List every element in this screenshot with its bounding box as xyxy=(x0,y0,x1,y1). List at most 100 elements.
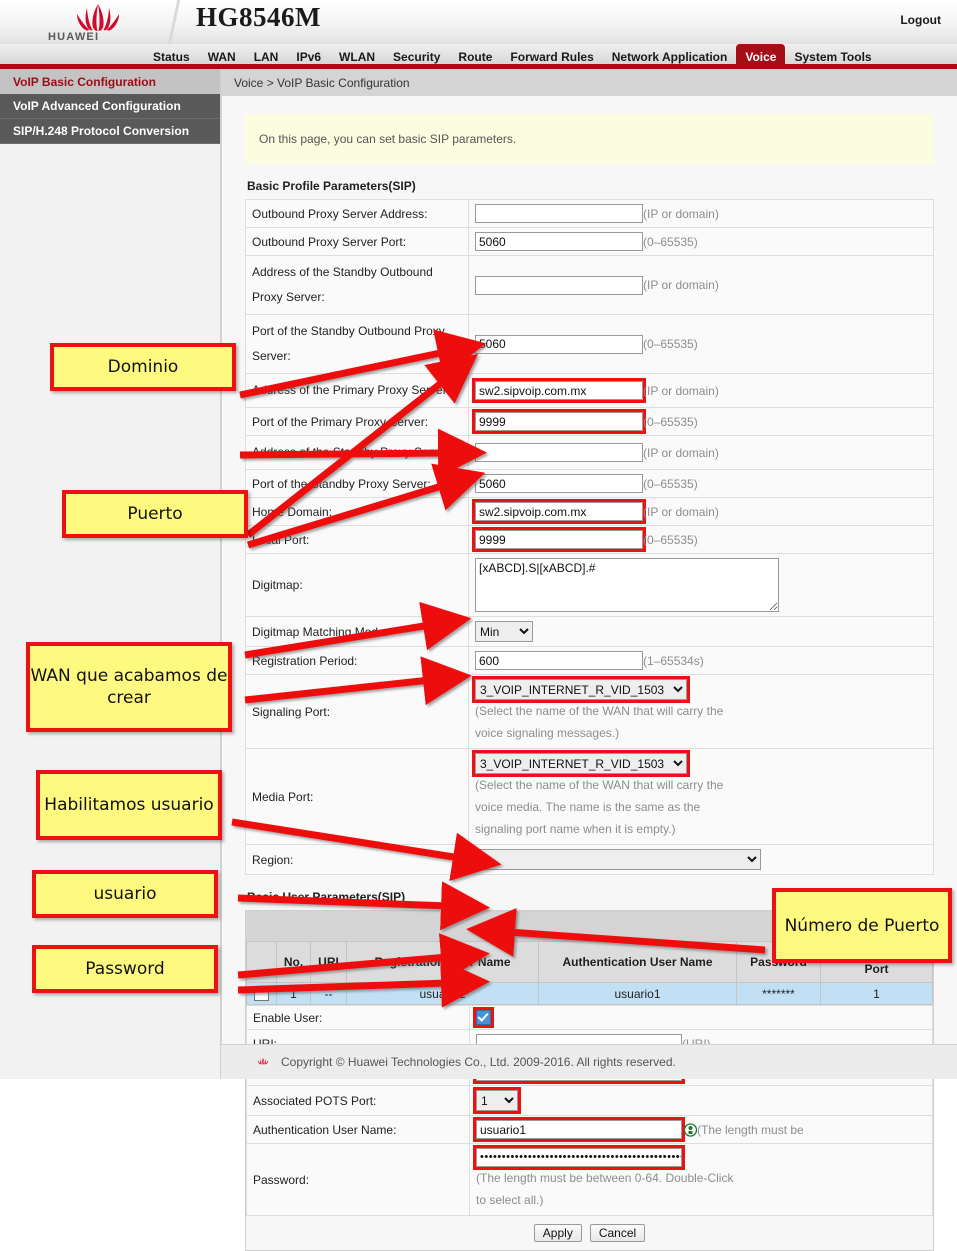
input-outbound-proxy-server-port[interactable] xyxy=(475,232,643,251)
enable-user-checkbox[interactable] xyxy=(476,1010,491,1026)
nav-item-list: Status WAN LAN IPv6 WLAN Security Route Forward… xyxy=(144,44,957,69)
input-port-of-the-standby-proxy-server[interactable] xyxy=(475,474,643,493)
form-row: Digitmap: xyxy=(245,553,934,617)
nav-item-wlan[interactable]: WLAN xyxy=(330,44,384,69)
nav-item-wan[interactable]: WAN xyxy=(199,44,245,69)
input-registration-period[interactable] xyxy=(475,651,643,670)
field-hint: (IP or domain) xyxy=(643,383,719,398)
nav-item-forward-rules[interactable]: Forward Rules xyxy=(501,44,602,69)
huawei-fan-icon-footer xyxy=(253,1053,273,1072)
user-table-toolbar: New Delete xyxy=(246,911,933,941)
sidebar-item-voip-advanced-configuration[interactable]: VoIP Advanced Configuration xyxy=(0,94,220,119)
input-address-of-the-standby-outbound-proxy-server[interactable] xyxy=(475,275,643,295)
column-header: Associated POTS Port xyxy=(820,941,933,983)
nav-item-lan[interactable]: LAN xyxy=(245,44,288,69)
row-checkbox[interactable] xyxy=(254,986,269,1002)
password-field[interactable]: ••••••••••••••••••••••••••••••••••••••••… xyxy=(473,1145,685,1171)
media-port-select[interactable]: 3_VOIP_INTERNET_R_VID_1503 xyxy=(472,750,690,777)
new-button[interactable]: New xyxy=(824,917,867,935)
field-value-cell xyxy=(468,553,934,617)
cell-uri: -- xyxy=(310,981,347,1006)
enable-user-checkbox-wrapper[interactable] xyxy=(473,1007,494,1029)
page-body: VoIP Basic Configuration VoIP Advanced Co… xyxy=(0,69,957,1251)
field-hint: (The length must be between 0-64. Double… xyxy=(476,1171,734,1208)
field-hint: (0–65535) xyxy=(643,414,698,429)
field-value-cell: (IP or domain) xyxy=(468,199,934,228)
nav-item-voice[interactable]: Voice xyxy=(736,44,786,69)
field-value-cell: 1 xyxy=(469,1085,933,1117)
user-table-header-row: No. URI Registration User Name Authenticati… xyxy=(246,941,933,983)
field-label: Associated POTS Port: xyxy=(246,1085,470,1117)
field-label: Address of the Standby Proxy Server: xyxy=(245,435,469,470)
field-label: Address of the Primary Proxy Server: xyxy=(245,373,469,408)
main-navigation: Status WAN LAN IPv6 WLAN Security Route Forward… xyxy=(0,44,957,69)
field-hint: (IP or domain) xyxy=(643,206,719,221)
apply-button[interactable]: Apply xyxy=(533,1224,582,1243)
input-outbound-proxy-server-address[interactable] xyxy=(475,204,643,223)
field-label: Media Port: xyxy=(245,748,469,845)
input-authentication-user-name[interactable] xyxy=(473,1117,685,1143)
cell-auth-user: usuario1 xyxy=(538,981,737,1006)
digitmap-matching-mode-select[interactable]: Min xyxy=(475,621,533,642)
nav-item-status[interactable]: Status xyxy=(144,44,199,69)
input-port-of-the-primary-proxy-server[interactable] xyxy=(472,409,646,434)
user-section-title: Basic User Parameters(SIP) xyxy=(247,890,406,904)
field-value-cell: 3_VOIP_INTERNET_R_VID_1503 (Select the na… xyxy=(468,748,934,845)
nav-item-ipv6[interactable]: IPv6 xyxy=(287,44,330,69)
table-row[interactable]: 1 -- usuario1 usuario1 ******* 1 xyxy=(246,981,933,1006)
field-label: Outbound Proxy Server Port: xyxy=(245,227,469,256)
sidebar-item-voip-basic-configuration[interactable]: VoIP Basic Configuration xyxy=(0,69,220,94)
form-area: Basic Profile Parameters(SIP) Outbound P… xyxy=(222,179,957,1251)
user-list-table: No. URI Registration User Name Authenticati… xyxy=(246,941,933,1006)
field-label: Home Domain: xyxy=(245,497,469,526)
content-area: Voice > VoIP Basic Configuration On this… xyxy=(221,69,957,1251)
input-home-domain[interactable] xyxy=(472,499,646,524)
input-port-of-the-standby-outbound-proxy-server[interactable] xyxy=(475,334,643,354)
form-row: Password: •••••••••••••••••••••••••••••••… xyxy=(246,1143,933,1217)
input-address-of-the-primary-proxy-server[interactable] xyxy=(472,378,646,403)
form-row: Home Domain: (IP or domain) xyxy=(245,497,934,526)
signaling-port-select[interactable]: 3_VOIP_INTERNET_R_VID_1503 xyxy=(472,676,690,703)
cancel-button[interactable]: Cancel xyxy=(589,1224,646,1243)
password-strength-icon xyxy=(683,1123,698,1137)
form-row: Local Port: (0–65535) xyxy=(245,525,934,554)
form-row: Port of the Standby Outbound Proxy Serve… xyxy=(245,314,934,374)
user-detail-table: Enable User:URI:(URI)Registration User N… xyxy=(246,1005,933,1217)
field-label: Region: xyxy=(245,844,469,875)
associated-pots-port-select[interactable]: 1 xyxy=(473,1087,521,1115)
column-header: No. xyxy=(276,941,311,983)
field-hint: (IP or domain) xyxy=(643,445,719,460)
field-value-cell: (IP or domain) xyxy=(468,373,934,408)
field-hint: (0–65535) xyxy=(643,532,698,547)
row-select-cell[interactable] xyxy=(246,981,277,1006)
field-value-cell: (1–65534s) xyxy=(468,646,934,675)
field-value-cell: ••••••••••••••••••••••••••••••••••••••••… xyxy=(469,1143,933,1217)
field-label: Port of the Standby Outbound Proxy Serve… xyxy=(245,314,469,374)
field-value-cell: (0–65535) xyxy=(468,227,934,256)
nav-item-system-tools[interactable]: System Tools xyxy=(785,44,880,69)
sidebar-item-list: VoIP Basic Configuration VoIP Advanced Co… xyxy=(0,69,220,144)
column-header: URI xyxy=(310,941,347,983)
logout-link[interactable]: Logout xyxy=(900,13,941,27)
sidebar: VoIP Basic Configuration VoIP Advanced Co… xyxy=(0,69,221,1079)
delete-button[interactable]: Delete xyxy=(872,917,925,935)
sidebar-item-sip-h-248-protocol-conversion[interactable]: SIP/H.248 Protocol Conversion xyxy=(0,119,220,144)
field-label: Digitmap Matching Mode: xyxy=(245,616,469,647)
input-local-port[interactable] xyxy=(472,527,646,552)
nav-item-route[interactable]: Route xyxy=(449,44,501,69)
field-value-cell: (0–65535) xyxy=(468,525,934,554)
nav-item-security[interactable]: Security xyxy=(384,44,449,69)
field-hint: (IP or domain) xyxy=(643,504,719,519)
apply-bar: Apply Cancel xyxy=(245,1216,934,1251)
field-value-cell xyxy=(468,844,934,875)
input-address-of-the-standby-proxy-server[interactable] xyxy=(475,443,643,462)
form-row: Region: xyxy=(245,844,934,875)
region-select[interactable] xyxy=(475,849,761,870)
nav-item-network-application[interactable]: Network Application xyxy=(603,44,737,69)
profile-section-title: Basic Profile Parameters(SIP) xyxy=(247,179,416,193)
page-footer: Copyright © Huawei Technologies Co., Ltd… xyxy=(221,1044,957,1079)
cell-no: 1 xyxy=(276,981,311,1006)
field-value-cell: 3_VOIP_INTERNET_R_VID_1503 (Select the na… xyxy=(468,674,934,749)
digitmap-textarea[interactable] xyxy=(475,558,779,612)
field-hint: (1–65534s) xyxy=(643,653,704,668)
